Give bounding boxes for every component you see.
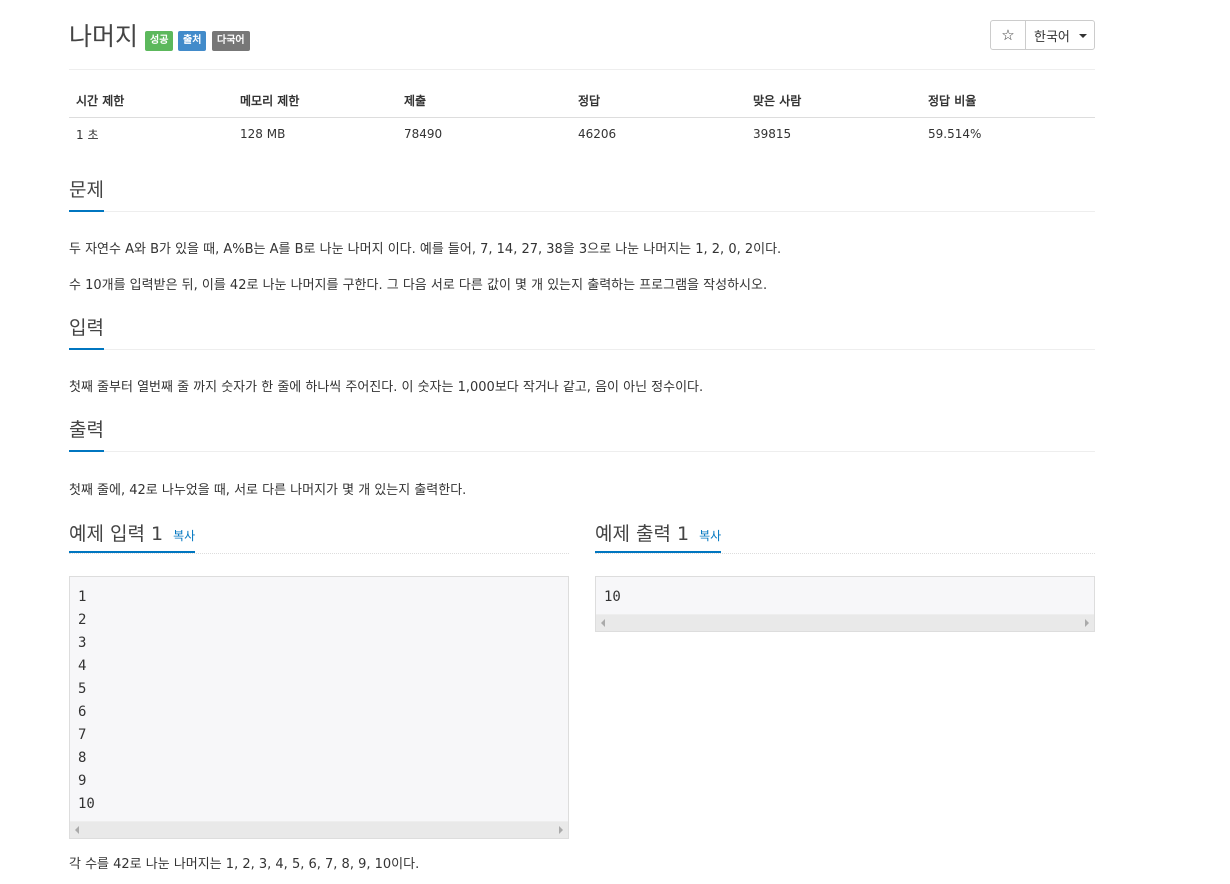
table-header-row: 시간 제한 메모리 제한 제출 정답 맞은 사람 정답 비율: [69, 84, 1095, 118]
header-solvers: 맞은 사람: [746, 84, 921, 118]
submissions-value[interactable]: 78490: [397, 118, 571, 151]
memory-limit-value: 128 MB: [240, 127, 286, 141]
horizontal-scrollbar[interactable]: [596, 614, 1094, 631]
copy-button[interactable]: 복사: [699, 529, 721, 543]
header-submissions: 제출: [397, 84, 571, 118]
output-section: 출력: [69, 419, 1095, 452]
page-header: 나머지 성공 출처 다국어 ☆ 한국어: [69, 0, 1095, 70]
problem-section: 문제: [69, 179, 1095, 212]
output-description: 첫째 줄에, 42로 나누었을 때, 서로 다른 나머지가 몇 개 있는지 출력…: [69, 483, 467, 498]
code-line: 3: [78, 635, 87, 651]
header-time-limit: 시간 제한: [69, 84, 233, 118]
header-button-group: ☆ 한국어: [990, 20, 1095, 50]
header-accepted: 정답: [571, 84, 746, 118]
page-title: 나머지: [69, 22, 139, 51]
ratio-value: 59.514%: [928, 127, 982, 141]
section-title: 출력: [69, 419, 104, 452]
sample-output-title: 예제 출력 1: [595, 523, 690, 545]
time-limit-value: 1 초: [76, 127, 99, 142]
code-line: 7: [78, 727, 87, 743]
section-title: 입력: [69, 317, 104, 350]
code-line: 10: [78, 796, 95, 812]
caret-down-icon: [1078, 34, 1087, 38]
star-button[interactable]: ☆: [991, 21, 1026, 49]
sample-header: 예제 입력 1 복사: [69, 520, 569, 554]
scroll-right-icon[interactable]: [1085, 619, 1089, 627]
code-line: 8: [78, 750, 87, 766]
sample-output-lines: 10: [596, 577, 1094, 614]
section-header: 문제: [69, 179, 1095, 212]
code-line: 2: [78, 612, 87, 628]
star-icon: ☆: [1001, 26, 1015, 44]
header-ratio: 정답 비율: [921, 84, 1095, 118]
sample-output-box[interactable]: 10: [595, 576, 1095, 632]
hint-text: 각 수를 42로 나눈 나머지는 1, 2, 3, 4, 5, 6, 7, 8,…: [69, 857, 420, 872]
scroll-right-icon[interactable]: [559, 826, 563, 834]
input-section: 입력: [69, 317, 1095, 350]
problem-paragraph-2: 수 10개를 입력받은 뒤, 이를 42로 나눈 나머지를 구한다. 그 다음 …: [69, 278, 768, 293]
sample-input-box[interactable]: 1 2 3 4 5 6 7 8 9 10: [69, 576, 569, 839]
header-memory-limit: 메모리 제한: [233, 84, 397, 118]
problem-info-table: 시간 제한 메모리 제한 제출 정답 맞은 사람 정답 비율 1 초 128 M…: [69, 84, 1095, 150]
scroll-left-icon[interactable]: [75, 826, 79, 834]
solvers-value[interactable]: 39815: [746, 118, 921, 151]
code-line: 10: [604, 589, 621, 605]
sample-title-wrap: 예제 입력 1 복사: [69, 520, 196, 553]
code-line: 9: [78, 773, 87, 789]
problem-paragraph-1: 두 자연수 A와 B가 있을 때, A%B는 A를 B로 나눈 나머지 이다. …: [69, 242, 782, 257]
table-row: 1 초 128 MB 78490 46206 39815 59.514%: [69, 118, 1095, 151]
sample-header: 예제 출력 1 복사: [595, 520, 1095, 554]
horizontal-scrollbar[interactable]: [70, 821, 568, 838]
problem-page: 나머지 성공 출처 다국어 ☆ 한국어 시간 제한 메모리 제한 제출 정답 맞…: [69, 0, 1095, 872]
accepted-value: 46206: [578, 127, 617, 141]
scroll-left-icon[interactable]: [601, 619, 605, 627]
sample-input-title: 예제 입력 1: [69, 523, 164, 545]
sample-input-lines: 1 2 3 4 5 6 7 8 9 10: [70, 577, 568, 821]
section-header: 출력: [69, 419, 1095, 452]
sample-title-wrap: 예제 출력 1 복사: [595, 520, 722, 553]
sample-output-section: 예제 출력 1 복사 10: [595, 520, 1095, 632]
source-badge[interactable]: 출처: [178, 31, 207, 51]
multilanguage-badge[interactable]: 다국어: [212, 31, 250, 51]
section-title: 문제: [69, 179, 104, 212]
code-line: 5: [78, 681, 87, 697]
success-badge[interactable]: 성공: [145, 31, 174, 51]
input-description: 첫째 줄부터 열번째 줄 까지 숫자가 한 줄에 하나씩 주어진다. 이 숫자는…: [69, 380, 704, 395]
copy-button[interactable]: 복사: [173, 529, 195, 543]
language-dropdown[interactable]: 한국어: [1026, 21, 1094, 49]
language-label: 한국어: [1034, 29, 1070, 45]
code-line: 6: [78, 704, 87, 720]
section-header: 입력: [69, 317, 1095, 350]
sample-input-section: 예제 입력 1 복사 1 2 3 4 5 6 7 8 9 10: [69, 520, 569, 839]
code-line: 1: [78, 589, 87, 605]
code-line: 4: [78, 658, 87, 674]
